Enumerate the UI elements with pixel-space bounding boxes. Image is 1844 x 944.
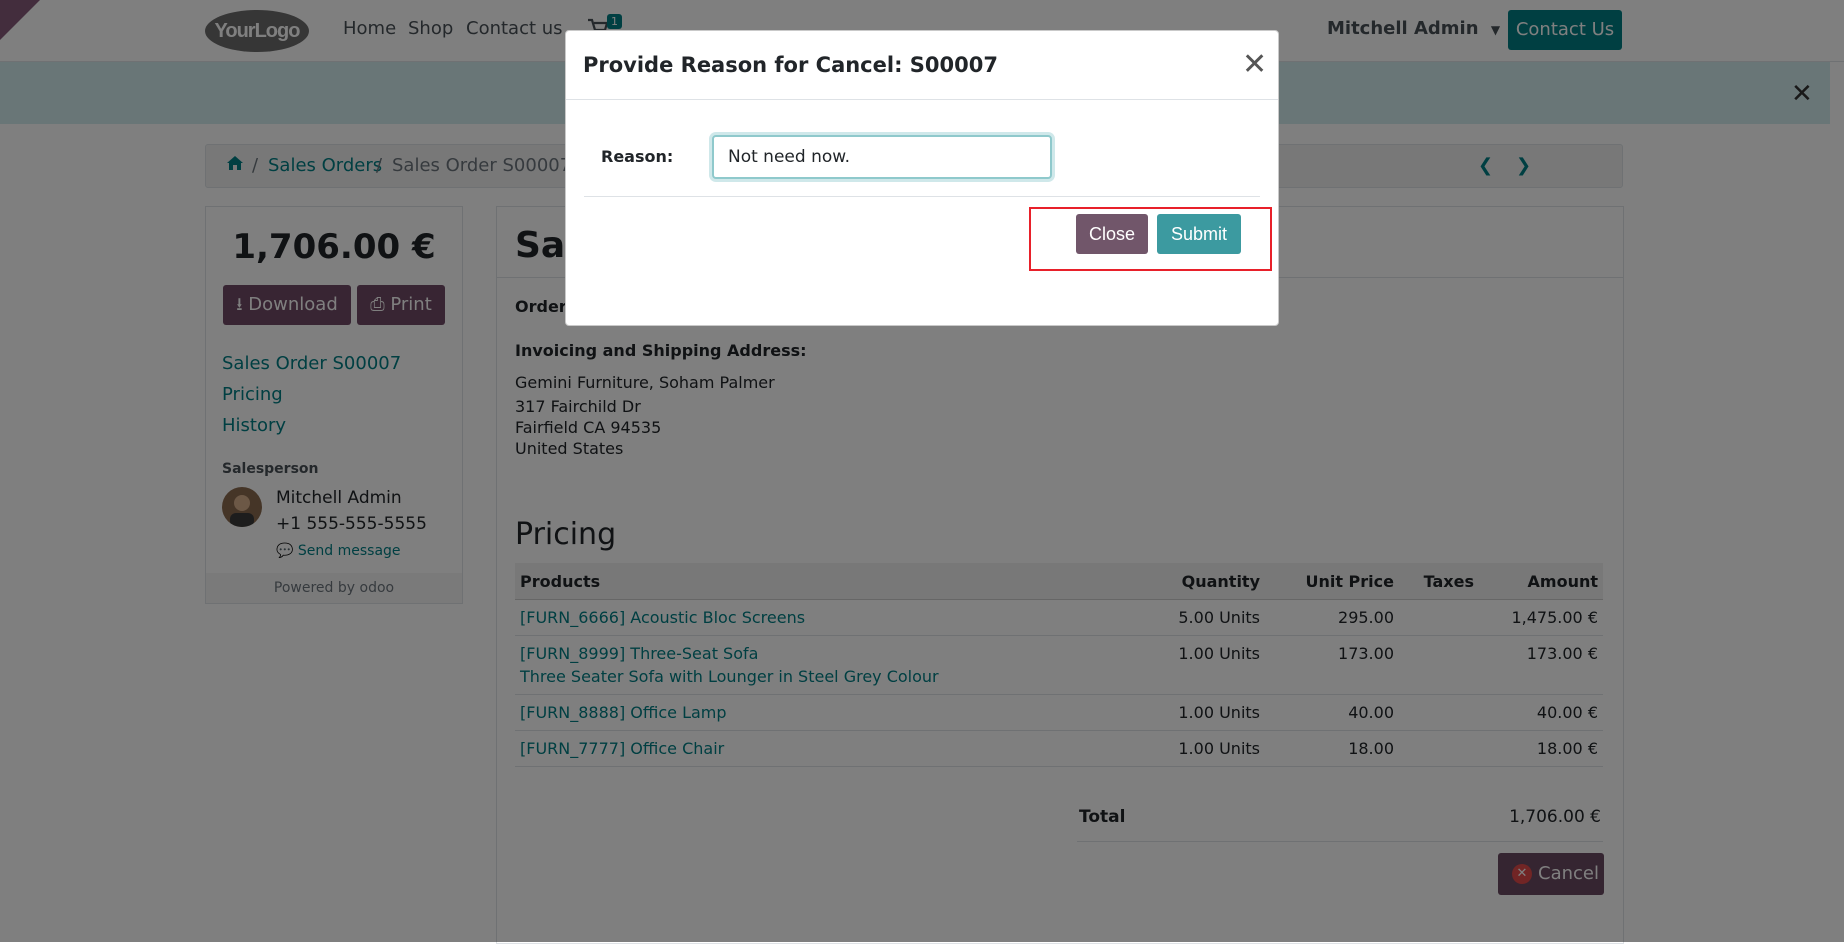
dialog-title: Provide Reason for Cancel: S00007 (583, 53, 998, 77)
cancel-reason-dialog: Provide Reason for Cancel: S00007 ✕ Reas… (565, 30, 1279, 326)
reason-input[interactable] (712, 135, 1052, 179)
highlight-box (1029, 207, 1272, 271)
divider (566, 99, 1278, 100)
reason-label: Reason: (601, 147, 674, 166)
divider (584, 196, 1260, 197)
close-icon[interactable]: ✕ (1242, 47, 1267, 82)
